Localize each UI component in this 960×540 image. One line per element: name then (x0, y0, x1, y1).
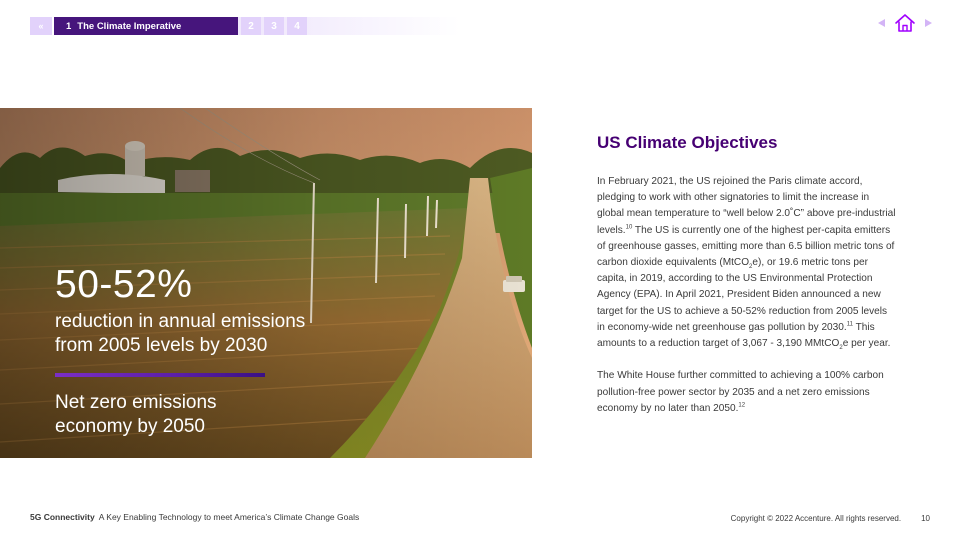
footer-title: 5G Connectivity A Key Enabling Technology… (30, 512, 359, 522)
home-icon[interactable] (894, 13, 916, 33)
nav-previous-button[interactable]: « (30, 17, 52, 35)
nav-tab-active-number: 1 (66, 20, 72, 32)
triangle-left-icon[interactable] (878, 19, 885, 27)
nav-tab-4[interactable]: 4 (287, 17, 307, 35)
stat-description-line1: reduction in annual emissions (55, 311, 306, 332)
footnote-ref-12: 12 (738, 402, 746, 409)
goal-description-line1: Net zero emissions (55, 392, 217, 413)
triangle-right-icon[interactable] (925, 19, 932, 27)
nav-tab-active[interactable]: 1 The Climate Imperative (54, 17, 238, 35)
goal-description: Net zero emissions economy by 2050 (55, 391, 355, 439)
footer-subtitle: A Key Enabling Technology to meet Americ… (98, 512, 360, 522)
page-nav-controls (878, 13, 932, 33)
footer-brand: 5G Connectivity (30, 512, 95, 522)
nav-tab-2[interactable]: 2 (241, 17, 261, 35)
body-text: In February 2021, the US rejoined the Pa… (597, 174, 897, 417)
paragraph-2: The White House further committed to ach… (597, 368, 897, 417)
paragraph-1-part-c: e), or 19.6 metric tons per capita, in 2… (597, 257, 888, 333)
stat-divider (55, 373, 265, 377)
nav-tab-active-label: The Climate Imperative (77, 20, 182, 32)
stat-description-line2: from 2005 levels by 2030 (55, 335, 268, 356)
stat-value: 50-52% (55, 263, 193, 306)
stat-description: reduction in annual emissions from 2005 … (55, 310, 375, 358)
paragraph-1-part-e: e per year. (842, 338, 891, 350)
goal-description-line2: economy by 2050 (55, 416, 205, 437)
copyright: Copyright © 2022 Accenture. All rights r… (730, 514, 902, 523)
page-title: US Climate Objectives (597, 133, 778, 152)
paragraph-1: In February 2021, the US rejoined the Pa… (597, 174, 897, 352)
footer-meta: Copyright © 2022 Accenture. All rights r… (731, 514, 930, 523)
nav-tab-3[interactable]: 3 (264, 17, 284, 35)
section-nav: « 1 The Climate Imperative 2 3 4 (30, 17, 460, 35)
page-number: 10 (921, 514, 930, 523)
